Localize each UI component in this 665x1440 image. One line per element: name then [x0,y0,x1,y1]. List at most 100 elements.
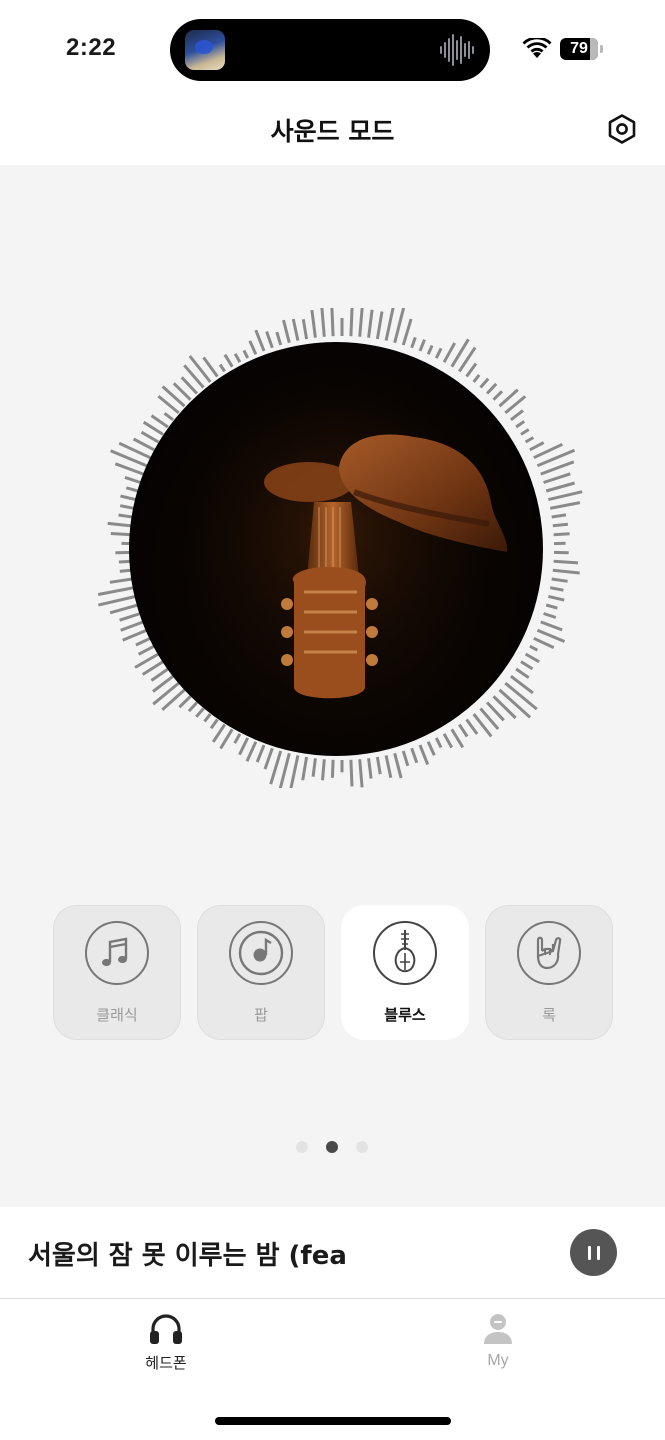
visualizer-bar [548,594,565,602]
mode-label-pop: 팝 [254,1006,268,1024]
visualizer-bar [310,309,317,338]
visualizer-bar [553,532,570,537]
visualizer-bar [203,713,212,723]
visualizer-bar [465,362,478,378]
visualizer-bar [140,430,160,444]
visualizer-bar [533,636,555,649]
visualizer-bar [553,559,579,565]
visualizer-bar [384,308,395,341]
rock-hand-icon [517,921,581,985]
visualizer-bar [543,472,571,484]
visualizer-bar [141,660,164,676]
now-playing-title[interactable]: 서울의 잠 못 이루는 밤 (fea [28,1235,548,1272]
mode-card-pop[interactable]: 팝 [197,905,325,1040]
page-indicator [296,1141,368,1153]
pause-button[interactable] [570,1229,617,1276]
visualizer-bar [311,758,317,777]
music-note-icon [85,921,149,985]
visualizer-bar [330,308,335,337]
visualizer-bar [540,620,563,632]
visualizer-bar [150,667,169,682]
visualizer-bar [545,603,558,610]
visualizer-bar [367,758,373,779]
visualizer-bar [107,521,132,528]
mode-card-rock[interactable]: 록 [485,905,613,1040]
tab-headphones[interactable]: 헤드폰 [106,1312,226,1373]
mode-card-blues[interactable]: 블루스 [341,905,469,1040]
visualizer-bar [242,349,250,359]
visualizer-bar [188,355,212,383]
pause-icon-bar [587,1245,591,1260]
page-dot[interactable] [356,1141,368,1153]
visualizer-bar [109,577,133,584]
visualizer-bar [552,522,569,528]
visualizer-bar [122,628,148,642]
visualizer-bar [418,744,430,766]
visualizer-bar [524,436,535,444]
page-dot-active[interactable] [326,1141,338,1153]
gear-hexagon-icon [608,114,636,144]
battery-nub [600,45,603,53]
visualizer-bar [418,339,426,352]
visualizer-bar [358,759,364,788]
home-indicator [215,1417,451,1425]
visualizer-bar [301,318,309,340]
visualizer-bar [375,756,382,775]
header: 사운드 모드 [0,95,665,165]
visualizer-bar [275,331,283,346]
visualizer-bar [458,723,469,738]
visualizer-bar [410,747,419,764]
visualizer-bar [349,759,354,787]
visualizer-bar [520,660,534,671]
mode-card-classic[interactable]: 클래식 [53,905,181,1040]
visualizer-bar [349,308,354,337]
visualizer-bar [375,311,384,340]
visualizer-bar [291,318,300,341]
tab-my[interactable]: My [438,1312,558,1370]
visualizer-bar [549,501,581,510]
visualizer-bar [110,532,131,537]
dynamic-island[interactable] [170,19,490,81]
visualizer-bar [515,667,530,679]
visualizer-bar [180,376,198,395]
visualizer-bar [551,513,567,519]
visualizer-bar [118,513,133,519]
mode-label-blues: 블루스 [384,1006,426,1024]
visualizer-bar [142,420,164,436]
visualizer-bar [543,612,557,619]
visualizer-bar [551,577,568,583]
visualizer-bar [282,319,291,344]
visualizer-bar [529,441,545,452]
visualizer-bar [529,644,539,652]
settings-button[interactable] [605,112,639,146]
lute-instrument-icon [373,921,437,985]
visualizer-bar [289,755,300,788]
visualizer-bar [536,628,566,643]
visualizer-bar [393,308,406,344]
visualizer-bar [98,594,136,607]
visualizer-bar [520,428,530,436]
visualizer-bar [209,718,219,730]
visualizer-bar [114,462,144,476]
visualizer-bar [119,612,141,622]
visualizer-bar [187,701,198,713]
visualizer-bar [119,504,135,510]
visualizer-bar [269,750,283,785]
visualizer-bar [465,718,479,735]
battery-level: 79 [570,40,588,57]
visualizer-bar [321,759,326,781]
visualizer-bar [265,331,274,349]
mode-label-classic: 클래식 [96,1006,138,1024]
visualizer-bar [178,695,192,709]
visualizer-bar [509,409,524,421]
pause-icon-bar [596,1245,600,1260]
wifi-icon [522,38,552,58]
visualizer-bar [479,377,490,389]
now-playing-thumbnail [185,30,225,70]
battery-icon: 79 [560,38,598,60]
page-dot[interactable] [296,1141,308,1153]
mini-player[interactable]: 서울의 잠 못 이루는 밤 (fea [0,1207,665,1299]
visualizer-bar [163,412,175,421]
visualizer-bar [195,707,205,718]
visualizer-bar [278,752,291,788]
